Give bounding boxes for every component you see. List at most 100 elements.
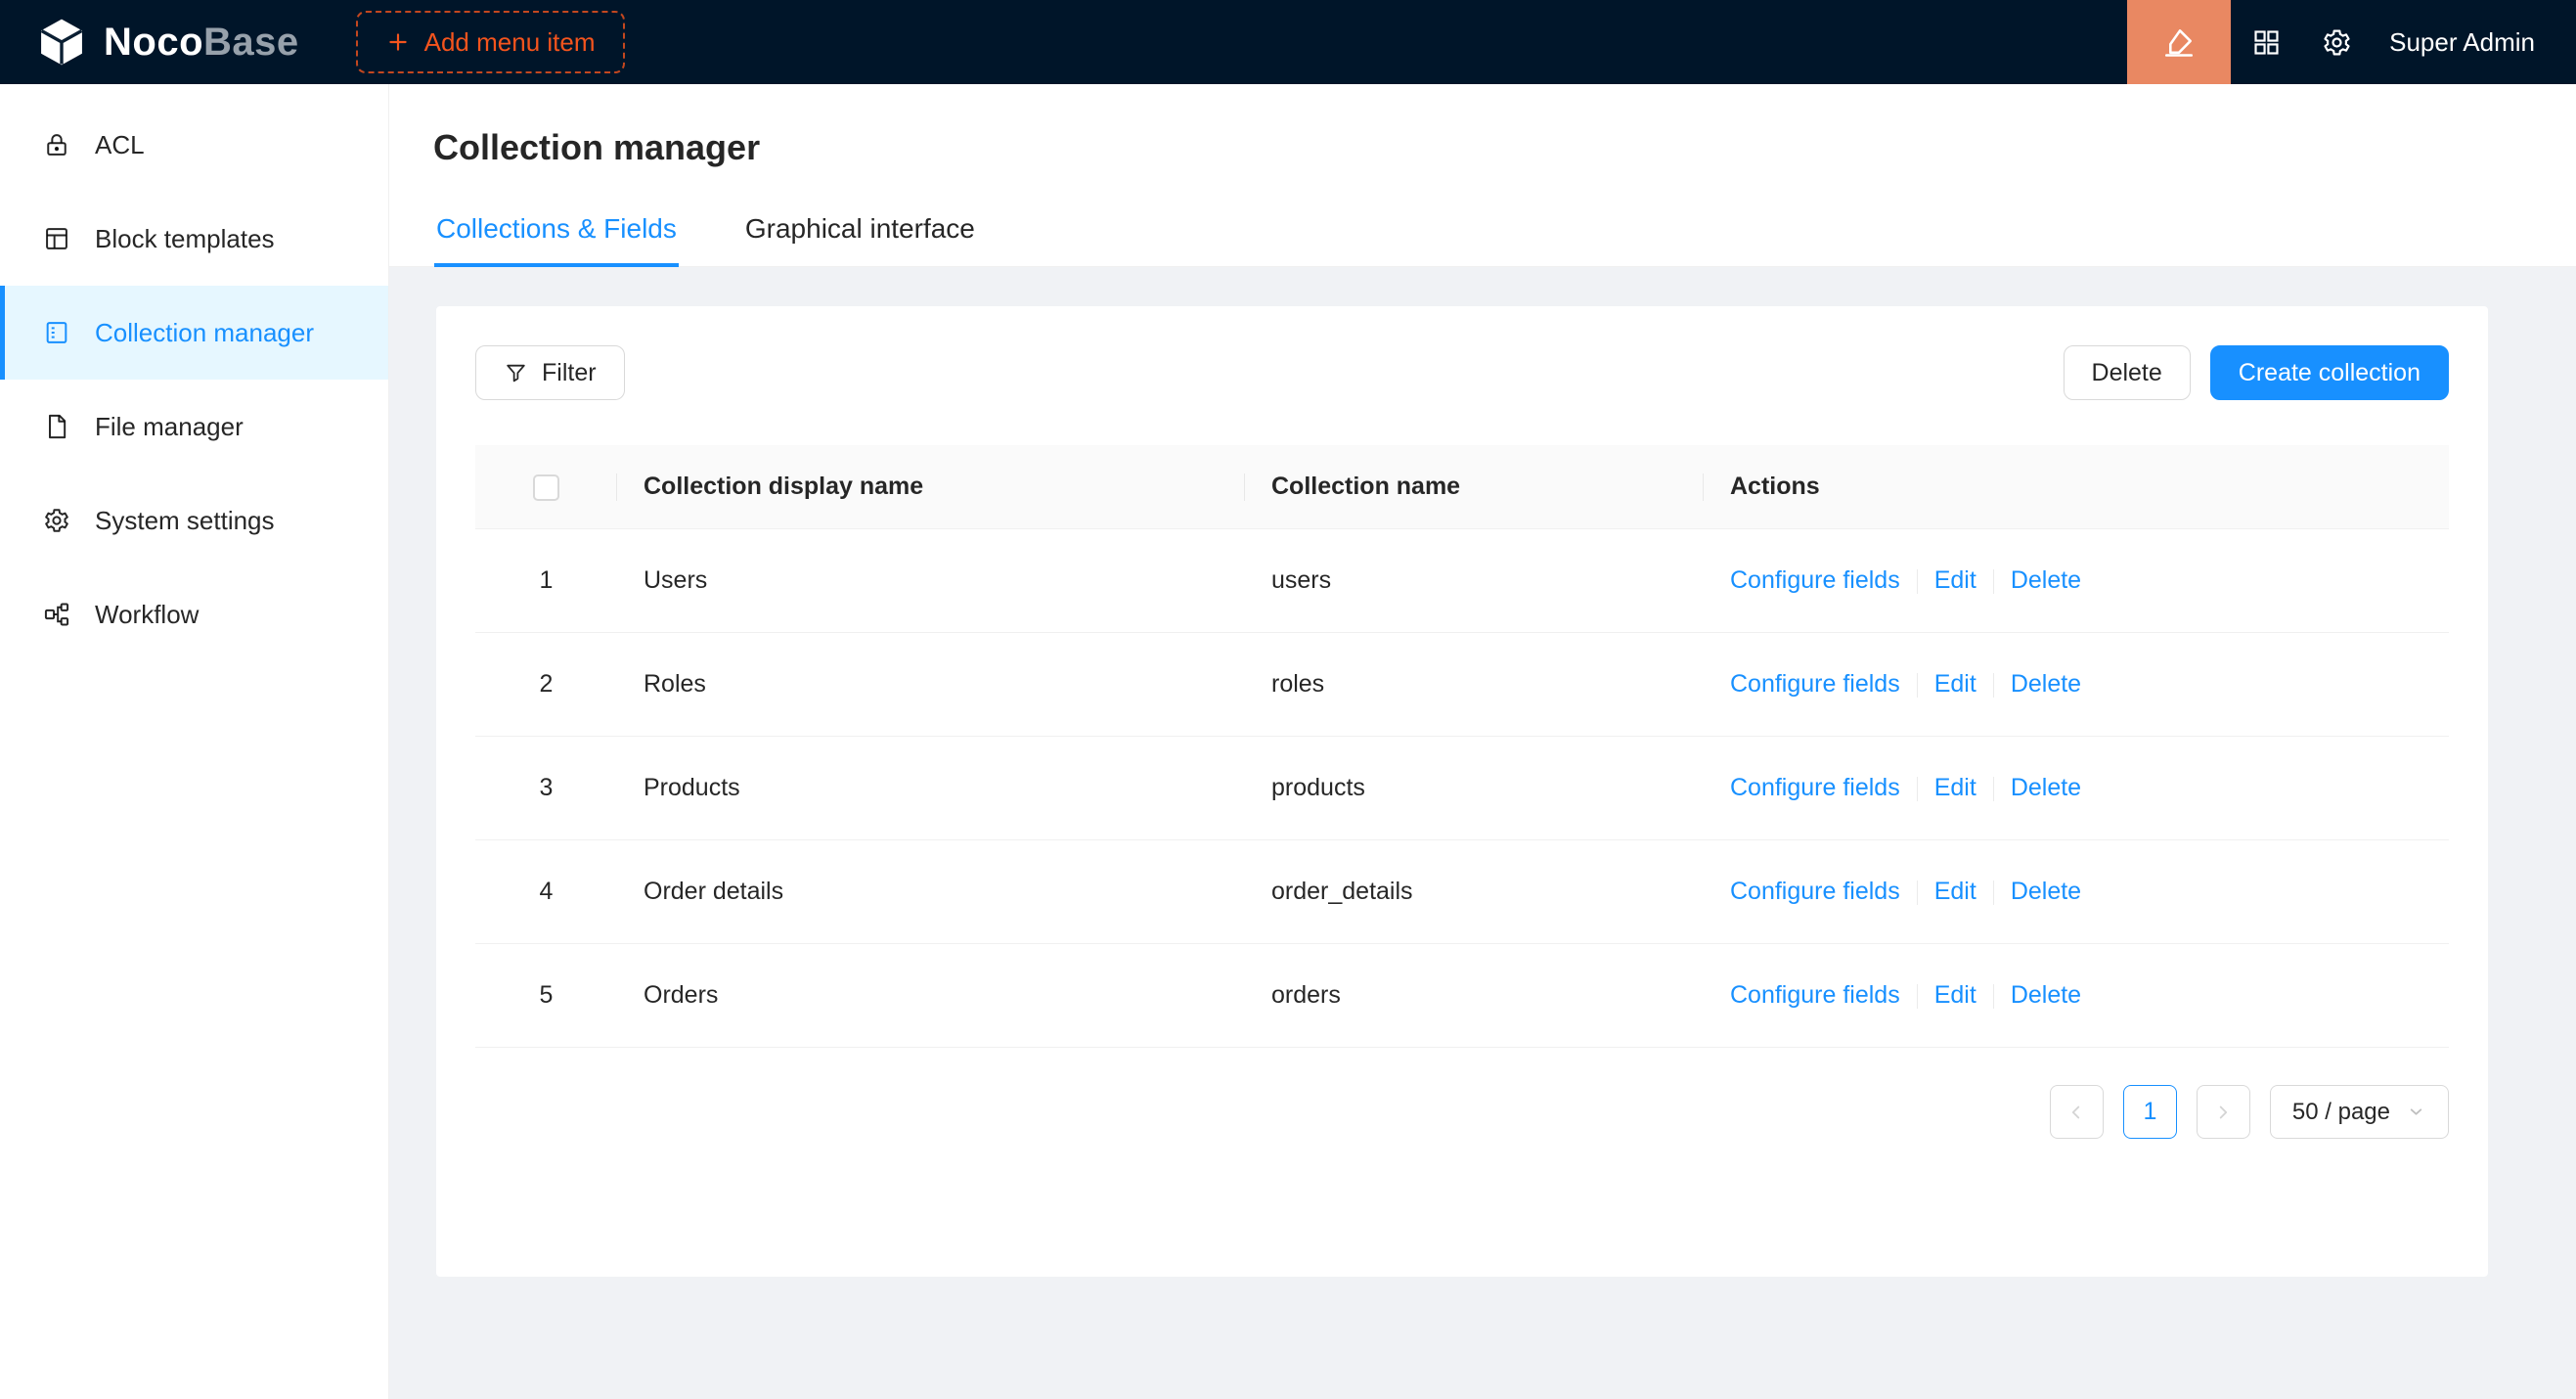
- page-header: Collection manager Collections & Fields …: [389, 84, 2576, 267]
- pagination-prev-button[interactable]: [2050, 1085, 2104, 1139]
- table-body: 1 Users users Configure fieldsEditDelete…: [475, 529, 2449, 1048]
- card-toolbar: Filter Delete Create collection: [475, 345, 2449, 400]
- lock-icon: [43, 131, 70, 158]
- collection-name-cell: order_details: [1245, 840, 1704, 944]
- edit-link[interactable]: Edit: [1934, 566, 1976, 594]
- plus-icon: [385, 29, 411, 55]
- configure-fields-link[interactable]: Configure fields: [1730, 981, 1900, 1009]
- page-size-value: 50 / page: [2292, 1099, 2390, 1126]
- pagination-page-1-button[interactable]: 1: [2123, 1085, 2177, 1139]
- tab-bar: Collections & Fields Graphical interface: [389, 198, 2576, 267]
- delete-link[interactable]: Delete: [2011, 878, 2081, 905]
- sidebar-item-collection-manager[interactable]: Collection manager: [0, 286, 388, 380]
- collections-table: Collection display name Collection name …: [475, 445, 2449, 1048]
- database-icon: [43, 319, 70, 346]
- row-index: 3: [475, 737, 617, 840]
- plugins-button[interactable]: [2231, 0, 2301, 84]
- current-user-menu[interactable]: Super Admin: [2389, 27, 2535, 58]
- pagination: 1 50 / page: [475, 1085, 2449, 1139]
- collection-display-name-cell: Users: [617, 529, 1245, 633]
- delete-link[interactable]: Delete: [2011, 566, 2081, 594]
- main-area: Collection manager Collections & Fields …: [389, 84, 2576, 1399]
- topbar: NocoBase Add menu item Super Admin: [0, 0, 2576, 84]
- configure-fields-link[interactable]: Configure fields: [1730, 878, 1900, 905]
- chevron-left-icon: [2065, 1102, 2087, 1123]
- column-header-actions: Actions: [1704, 445, 2449, 529]
- gear-icon: [43, 507, 70, 534]
- action-divider: [1917, 569, 1918, 594]
- configure-fields-link[interactable]: Configure fields: [1730, 774, 1900, 801]
- table-row: 5 Orders orders Configure fields Edit Dele…: [475, 944, 2449, 1048]
- body-layout: ACL Block templates Collection manager F…: [0, 84, 2576, 1399]
- actions-cell: Configure fields Edit Delete: [1704, 529, 2449, 633]
- settings-button[interactable]: [2301, 0, 2372, 84]
- nocobase-logo[interactable]: NocoBase: [0, 16, 334, 68]
- sidebar-item-label: Collection manager: [95, 318, 314, 348]
- configure-fields-link[interactable]: Configure fields: [1730, 566, 1900, 594]
- delete-link[interactable]: Delete: [2011, 774, 2081, 801]
- delete-link[interactable]: Delete: [2011, 981, 2081, 1009]
- collection-name-cell: roles: [1245, 633, 1704, 737]
- column-header-display-name: Collection display name: [617, 445, 1245, 529]
- delete-link[interactable]: Delete: [2011, 670, 2081, 698]
- add-menu-item-button[interactable]: Add menu item: [356, 11, 625, 73]
- gear-icon: [2322, 27, 2352, 58]
- table-row: 2 Roles roles Configure fields Edit Delete: [475, 633, 2449, 737]
- action-divider: [1917, 673, 1918, 698]
- sidebar-item-label: File manager: [95, 412, 244, 442]
- settings-sidebar: ACL Block templates Collection manager F…: [0, 84, 389, 1399]
- row-index: 2: [475, 633, 617, 737]
- tab-collections-fields[interactable]: Collections & Fields: [434, 198, 679, 266]
- table-header-row: Collection display name Collection name …: [475, 445, 2449, 529]
- select-all-header-cell: [475, 445, 617, 529]
- create-collection-button[interactable]: Create collection: [2210, 345, 2449, 400]
- table-row: 4 Order details order_details Configure …: [475, 840, 2449, 944]
- edit-link[interactable]: Edit: [1934, 981, 1976, 1009]
- collection-name-cell: users: [1245, 529, 1704, 633]
- collection-display-name-cell: Roles: [617, 633, 1245, 737]
- table-row: 3 Products products Configure fieldsEdit…: [475, 737, 2449, 840]
- configure-fields-link[interactable]: Configure fields: [1730, 670, 1900, 698]
- tab-graphical-interface[interactable]: Graphical interface: [743, 198, 977, 266]
- sidebar-item-label: Workflow: [95, 600, 199, 630]
- workflow-icon: [43, 601, 70, 628]
- edit-link[interactable]: Edit: [1934, 878, 1976, 905]
- page-size-select[interactable]: 50 / page: [2270, 1085, 2449, 1139]
- ui-editor-button[interactable]: [2127, 0, 2231, 84]
- appstore-grid-icon: [2251, 27, 2282, 58]
- sidebar-item-workflow[interactable]: Workflow: [0, 567, 388, 661]
- highlighter-icon: [2161, 24, 2197, 60]
- action-divider: [1917, 777, 1918, 801]
- nocobase-cube-icon: [35, 16, 88, 68]
- sidebar-item-system-settings[interactable]: System settings: [0, 474, 388, 567]
- edit-link[interactable]: Edit: [1934, 774, 1976, 801]
- collection-name-cell: orders: [1245, 944, 1704, 1048]
- action-divider: [1993, 777, 1994, 801]
- action-divider: [1993, 569, 1994, 594]
- collections-card: Filter Delete Create collection Collecti…: [436, 306, 2488, 1277]
- sidebar-item-block-templates[interactable]: Block templates: [0, 192, 388, 286]
- edit-link[interactable]: Edit: [1934, 670, 1976, 698]
- sidebar-item-label: ACL: [95, 130, 145, 160]
- action-divider: [1993, 673, 1994, 698]
- filter-button-label: Filter: [542, 359, 597, 387]
- collection-display-name-cell: Orders: [617, 944, 1245, 1048]
- action-divider: [1917, 984, 1918, 1009]
- toolbar-right: Delete Create collection: [2064, 345, 2449, 400]
- filter-button[interactable]: Filter: [475, 345, 625, 400]
- sidebar-item-file-manager[interactable]: File manager: [0, 380, 388, 474]
- collection-display-name-cell: Order details: [617, 840, 1245, 944]
- column-header-name: Collection name: [1245, 445, 1704, 529]
- pagination-next-button[interactable]: [2197, 1085, 2250, 1139]
- delete-button[interactable]: Delete: [2064, 345, 2191, 400]
- file-icon: [43, 413, 70, 440]
- sidebar-item-acl[interactable]: ACL: [0, 98, 388, 192]
- row-index: 5: [475, 944, 617, 1048]
- filter-funnel-icon: [504, 361, 528, 385]
- layout-icon: [43, 225, 70, 252]
- row-index: 4: [475, 840, 617, 944]
- logo-text-noco: Noco: [104, 21, 203, 64]
- content-area: Filter Delete Create collection Collecti…: [389, 267, 2576, 1399]
- select-all-checkbox[interactable]: [533, 474, 559, 501]
- table-header: Collection display name Collection name …: [475, 445, 2449, 529]
